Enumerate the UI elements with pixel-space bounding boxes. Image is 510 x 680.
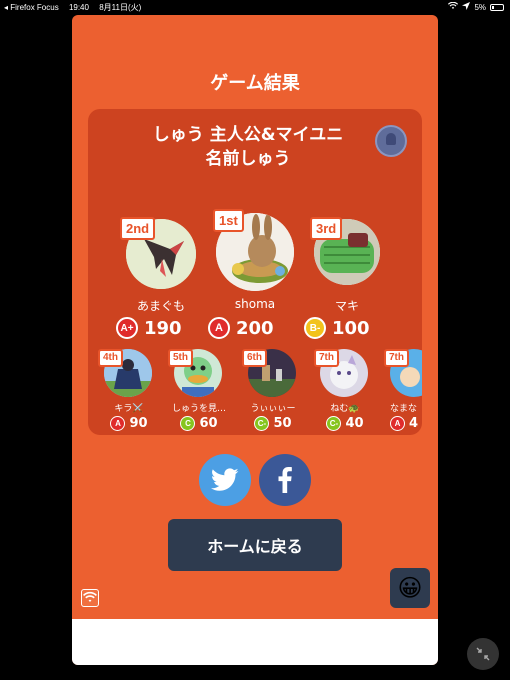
grade-badge: A — [110, 416, 126, 431]
player-score: B- 100 — [304, 317, 370, 339]
rank-badge: 4th — [98, 349, 123, 367]
player-score: A 4 — [384, 416, 422, 431]
ranked-player-5th[interactable]: 5th しゅうを見… C 60 — [168, 349, 230, 431]
player-name: しゅうを見… — [171, 404, 226, 414]
grade-badge: B- — [304, 317, 326, 339]
page-title: ゲーム結果 — [210, 73, 300, 94]
status-app-label: ◂ Firefox Focus — [4, 3, 59, 12]
emoji-reaction-button[interactable]: 😀 — [390, 568, 430, 608]
rank-badge: 6th — [242, 349, 267, 367]
score-value: 60 — [199, 416, 218, 431]
player-score: A 200 — [208, 317, 274, 339]
player-name: ねむ🐢 — [330, 404, 360, 414]
status-time: 19:40 — [68, 3, 89, 12]
home-button[interactable]: ホームに戻る — [168, 519, 342, 571]
player-score: A 90 — [98, 416, 160, 431]
collapse-arrows-icon — [476, 647, 490, 661]
connection-button[interactable] — [81, 589, 99, 607]
rank-badge: 3rd — [310, 217, 343, 240]
score-value: 190 — [144, 317, 182, 339]
facebook-share-button[interactable] — [259, 454, 311, 506]
exit-fullscreen-button[interactable] — [467, 638, 499, 670]
battery-icon — [490, 3, 504, 11]
score-value: 50 — [273, 416, 292, 431]
rank-badge: 7th — [384, 349, 409, 367]
score-value: 4 — [409, 416, 419, 431]
score-value: 40 — [345, 416, 364, 431]
score-value: 100 — [332, 317, 370, 339]
wifi-status-icon — [448, 1, 459, 12]
grade-badge: C- — [254, 416, 270, 431]
player-name: なまな — [390, 404, 418, 414]
card-footer — [72, 619, 438, 665]
smiley-face-icon: 😀 — [397, 574, 423, 602]
ranked-player-7th[interactable]: 7th ねむ🐢 C- 40 — [314, 349, 376, 431]
location-icon — [462, 2, 471, 12]
results-panel: しゅう 主人公&マイユニ 名前しゅう 2nd あまぐも A+ 190 1st s… — [88, 109, 422, 435]
ranked-player-7th-b[interactable]: 7th なまな A 4 — [384, 349, 422, 431]
status-date: 8月11日(火) — [99, 3, 142, 12]
grade-badge: C — [180, 416, 196, 431]
player-score: C 60 — [168, 416, 230, 431]
host-avatar[interactable] — [375, 125, 407, 157]
room-name-line2: 名前しゅう — [205, 149, 291, 169]
ranked-player-4th[interactable]: 4th キラ⚔️ A 90 — [98, 349, 160, 431]
player-name: キラ⚔️ — [114, 404, 144, 414]
score-value: 90 — [129, 416, 148, 431]
wifi-icon — [83, 591, 97, 602]
player-name: マキ — [334, 299, 359, 313]
twitter-share-button[interactable] — [199, 454, 251, 506]
ranked-player-6th[interactable]: 6th うぃぃぃー C- 50 — [242, 349, 304, 431]
score-value: 200 — [236, 317, 274, 339]
grade-badge: A+ — [116, 317, 138, 339]
player-name: shoma — [234, 297, 276, 311]
grade-badge: A — [390, 416, 405, 431]
rank-badge: 7th — [314, 349, 339, 367]
grade-badge: C- — [326, 416, 342, 431]
grade-badge: A — [208, 317, 230, 339]
rank-badge: 1st — [213, 209, 244, 232]
battery-percent: 5% — [474, 2, 486, 12]
player-name: あまぐも — [136, 299, 185, 313]
player-score: A+ 190 — [116, 317, 182, 339]
room-name-line1: しゅう 主人公&マイユニ — [152, 125, 344, 145]
rank-badge: 5th — [168, 349, 193, 367]
player-score: C- 50 — [242, 416, 304, 431]
player-name: うぃぃぃー — [250, 404, 296, 414]
player-score: C- 40 — [314, 416, 376, 431]
twitter-bird-icon — [211, 468, 239, 491]
facebook-f-icon — [278, 467, 292, 493]
room-name: しゅう 主人公&マイユニ 名前しゅう — [118, 123, 378, 171]
rank-badge: 2nd — [120, 217, 156, 240]
status-bar: ◂ Firefox Focus 19:40 8月11日(火) 5% — [0, 0, 510, 14]
game-result-card: ゲーム結果 しゅう 主人公&マイユニ 名前しゅう 2nd あまぐも A+ 190 — [72, 15, 438, 665]
